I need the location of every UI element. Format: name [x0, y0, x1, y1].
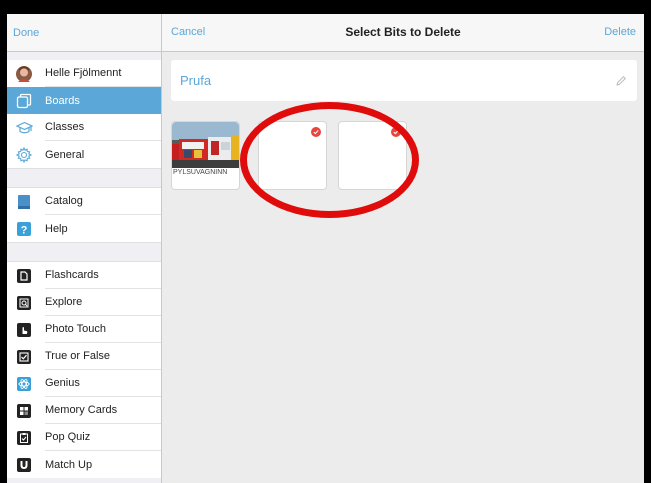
- sidebar-item-photo-touch[interactable]: Photo Touch: [7, 316, 161, 343]
- sidebar-item-label: Genius: [45, 370, 161, 397]
- gear-icon: [15, 146, 33, 164]
- board-name-field[interactable]: Prufa: [171, 60, 637, 101]
- header-bar: Cancel Select Bits to Delete Delete: [162, 14, 644, 52]
- graduation-cap-icon: [15, 119, 33, 137]
- sidebar-item-label: Helle Fjölmennt: [45, 60, 161, 87]
- bit-tile[interactable]: PYLSUVAGNINN: [171, 121, 240, 190]
- sidebar-item-label: Flashcards: [45, 262, 161, 289]
- board-name-text: Prufa: [180, 73, 212, 88]
- sidebar-item-explore[interactable]: Explore: [7, 289, 161, 316]
- avatar: [15, 65, 33, 83]
- svg-text:?: ?: [21, 224, 28, 236]
- checkbox-icon: [15, 348, 33, 366]
- sidebar-separator: [7, 168, 161, 188]
- page-title: Select Bits to Delete: [345, 25, 461, 39]
- pencil-icon[interactable]: [615, 74, 627, 86]
- main-panel: Cancel Select Bits to Delete Delete Pruf…: [162, 14, 644, 483]
- sidebar-item-memory-cards[interactable]: Memory Cards: [7, 397, 161, 424]
- clipboard-icon: [15, 429, 33, 447]
- app-screen: Done Helle Fjölmennt Boards Classes Gene…: [7, 14, 644, 483]
- sidebar-main-group: Helle Fjölmennt Boards Classes General: [7, 60, 161, 168]
- bit-caption: PYLSUVAGNINN: [173, 169, 228, 176]
- sidebar-item-help[interactable]: ? Help: [7, 215, 161, 242]
- explore-icon: [15, 294, 33, 312]
- sidebar-item-label: Boards: [45, 94, 80, 107]
- sidebar-item-label: Explore: [45, 289, 161, 316]
- bit-tile[interactable]: [338, 121, 407, 190]
- sidebar-item-profile[interactable]: Helle Fjölmennt: [7, 60, 161, 87]
- sidebar: Done Helle Fjölmennt Boards Classes Gene…: [7, 14, 162, 483]
- done-button[interactable]: Done: [13, 27, 39, 39]
- delete-button[interactable]: Delete: [604, 26, 636, 38]
- atom-icon: [15, 375, 33, 393]
- sidebar-item-boards[interactable]: Boards: [7, 87, 161, 114]
- sidebar-item-true-or-false[interactable]: True or False: [7, 343, 161, 370]
- sidebar-item-genius[interactable]: Genius: [7, 370, 161, 397]
- sidebar-item-label: True or False: [45, 343, 161, 370]
- sidebar-item-match-up[interactable]: Match Up: [7, 451, 161, 478]
- sidebar-item-label: Classes: [45, 114, 161, 141]
- sidebar-secondary-group: Catalog ? Help: [7, 188, 161, 242]
- bit-tile[interactable]: [258, 121, 327, 190]
- checkmark-icon: [311, 127, 321, 137]
- sidebar-separator: [7, 242, 161, 262]
- sidebar-item-label: Pop Quiz: [45, 424, 161, 451]
- sidebar-item-general[interactable]: General: [7, 141, 161, 168]
- hand-icon: [15, 321, 33, 339]
- sidebar-nav-bar: Done: [7, 14, 161, 52]
- sidebar-item-label: Photo Touch: [45, 316, 161, 343]
- sidebar-item-flashcards[interactable]: Flashcards: [7, 262, 161, 289]
- sidebar-item-label: General: [45, 148, 85, 161]
- sidebar-item-classes[interactable]: Classes: [7, 114, 161, 141]
- bit-photo: [172, 122, 239, 168]
- sidebar-item-pop-quiz[interactable]: Pop Quiz: [7, 424, 161, 451]
- book-icon: [15, 193, 33, 211]
- checkmark-icon: [391, 127, 401, 137]
- sidebar-item-label: Memory Cards: [45, 397, 161, 424]
- magnet-icon: [15, 456, 33, 474]
- memory-cards-icon: [15, 402, 33, 420]
- sidebar-games-group: Flashcards Explore Photo Touch True or F…: [7, 262, 161, 478]
- sidebar-item-label: Match Up: [45, 458, 93, 471]
- help-icon: ?: [15, 220, 33, 238]
- sidebar-item-label: Help: [45, 222, 68, 235]
- flashcards-icon: [15, 267, 33, 285]
- sidebar-item-catalog[interactable]: Catalog: [7, 188, 161, 215]
- boards-icon: [15, 92, 33, 110]
- sidebar-item-label: Catalog: [45, 188, 161, 215]
